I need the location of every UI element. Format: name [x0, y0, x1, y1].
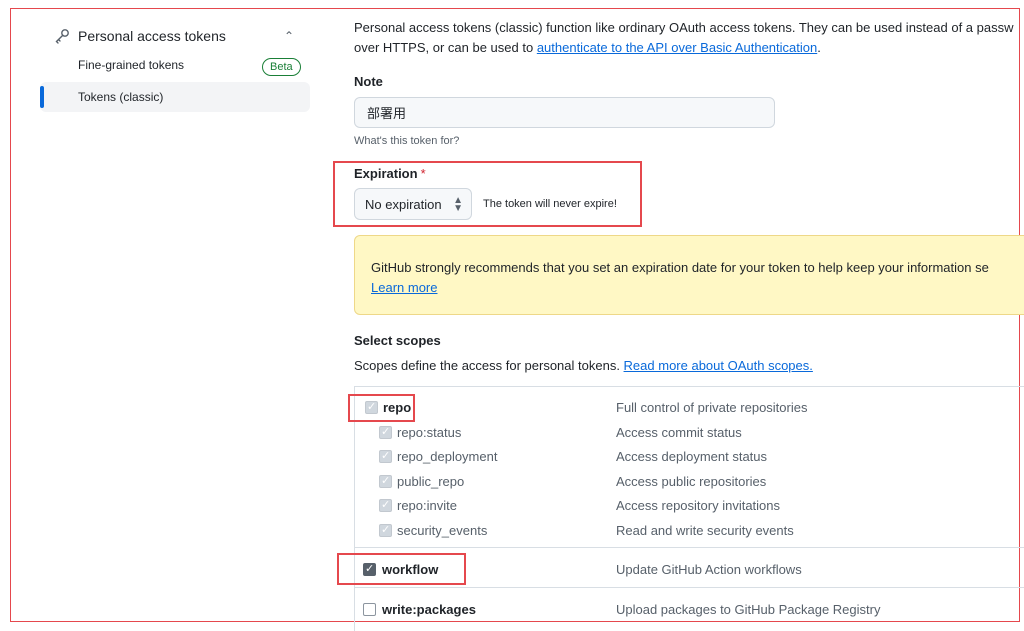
scope-desc: Access repository invitations: [616, 498, 781, 513]
scopes-table: repo Full control of private repositorie…: [354, 386, 1024, 631]
intro-line-1: Personal access tokens (classic) functio…: [354, 20, 1014, 35]
scope-row-repo-status[interactable]: repo:status Access commit status: [355, 421, 1024, 445]
scope-checkbox-repo-invite[interactable]: [379, 498, 392, 512]
scope-checkbox-security-events[interactable]: [379, 523, 392, 537]
scope-name: write:packages: [382, 602, 476, 617]
scope-row-repo-invite[interactable]: repo:invite Access repository invitation…: [355, 494, 1024, 518]
scope-name: security_events: [397, 523, 488, 538]
note-hint: What's this token for?: [354, 135, 460, 147]
note-label: Note: [354, 74, 383, 89]
scopes-desc-text: Scopes define the access for personal to…: [354, 358, 624, 373]
intro-line-2: over HTTPS, or can be used to: [354, 40, 537, 55]
annotation-box-expiration: [333, 161, 642, 227]
intro-line-2-suffix: .: [817, 40, 821, 55]
annotation-box-repo: [348, 394, 415, 422]
scope-desc: Access deployment status: [616, 449, 768, 464]
expiration-warning: GitHub strongly recommends that you set …: [354, 235, 1024, 315]
scope-row-repo-deployment[interactable]: repo_deployment Access deployment status: [355, 445, 1024, 469]
sidebar-item-tokens-classic[interactable]: Tokens (classic): [78, 90, 163, 104]
scope-divider: [355, 587, 1024, 588]
warning-message: GitHub strongly recommends that you set …: [371, 260, 989, 275]
chevron-up-icon[interactable]: ⌃: [284, 29, 294, 43]
scope-desc: Access commit status: [616, 425, 742, 440]
scope-divider: [355, 547, 1024, 548]
scope-name: public_repo: [397, 474, 465, 489]
scope-row-public-repo[interactable]: public_repo Access public repositories: [355, 470, 1024, 494]
scope-row-security-events[interactable]: security_events Read and write security …: [355, 519, 1024, 543]
scope-name: repo:status: [397, 425, 462, 440]
intro-text: Personal access tokens (classic) functio…: [354, 18, 1024, 58]
annotation-box-workflow: [337, 553, 466, 585]
scope-desc: Access public repositories: [616, 474, 767, 489]
scope-checkbox-repo-status[interactable]: [379, 425, 392, 439]
select-scopes-heading: Select scopes: [354, 333, 441, 348]
oauth-scopes-link[interactable]: Read more about OAuth scopes.: [624, 358, 813, 373]
sidebar-section-personal-access-tokens[interactable]: Personal access tokens ⌃: [54, 26, 304, 46]
scope-desc: Upload packages to GitHub Package Regist…: [616, 602, 881, 617]
scope-name: repo_deployment: [397, 449, 498, 464]
scopes-description: Scopes define the access for personal to…: [354, 358, 813, 373]
beta-badge: Beta: [262, 58, 301, 76]
scope-checkbox-repo-deployment[interactable]: [379, 449, 392, 463]
scope-checkbox-write-packages[interactable]: [363, 603, 376, 616]
scope-row-write-packages[interactable]: write:packages Upload packages to GitHub…: [355, 598, 1024, 622]
scope-row-repo[interactable]: repo Full control of private repositorie…: [355, 396, 1024, 420]
learn-more-link[interactable]: Learn more: [371, 280, 437, 295]
scope-desc: Full control of private repositories: [616, 400, 808, 415]
sidebar-item-fine-grained-tokens[interactable]: Fine-grained tokens: [78, 58, 184, 72]
warning-text: GitHub strongly recommends that you set …: [371, 258, 989, 298]
scope-desc: Update GitHub Action workflows: [616, 562, 802, 577]
basic-auth-link[interactable]: authenticate to the API over Basic Authe…: [537, 40, 817, 55]
key-icon: [55, 29, 69, 44]
scope-desc: Read and write security events: [616, 523, 794, 538]
sidebar-section-label: Personal access tokens: [78, 28, 226, 44]
active-indicator: [40, 86, 44, 108]
scope-name: repo:invite: [397, 498, 457, 513]
note-input[interactable]: 部署用: [354, 97, 775, 128]
scope-checkbox-public-repo[interactable]: [379, 474, 392, 488]
